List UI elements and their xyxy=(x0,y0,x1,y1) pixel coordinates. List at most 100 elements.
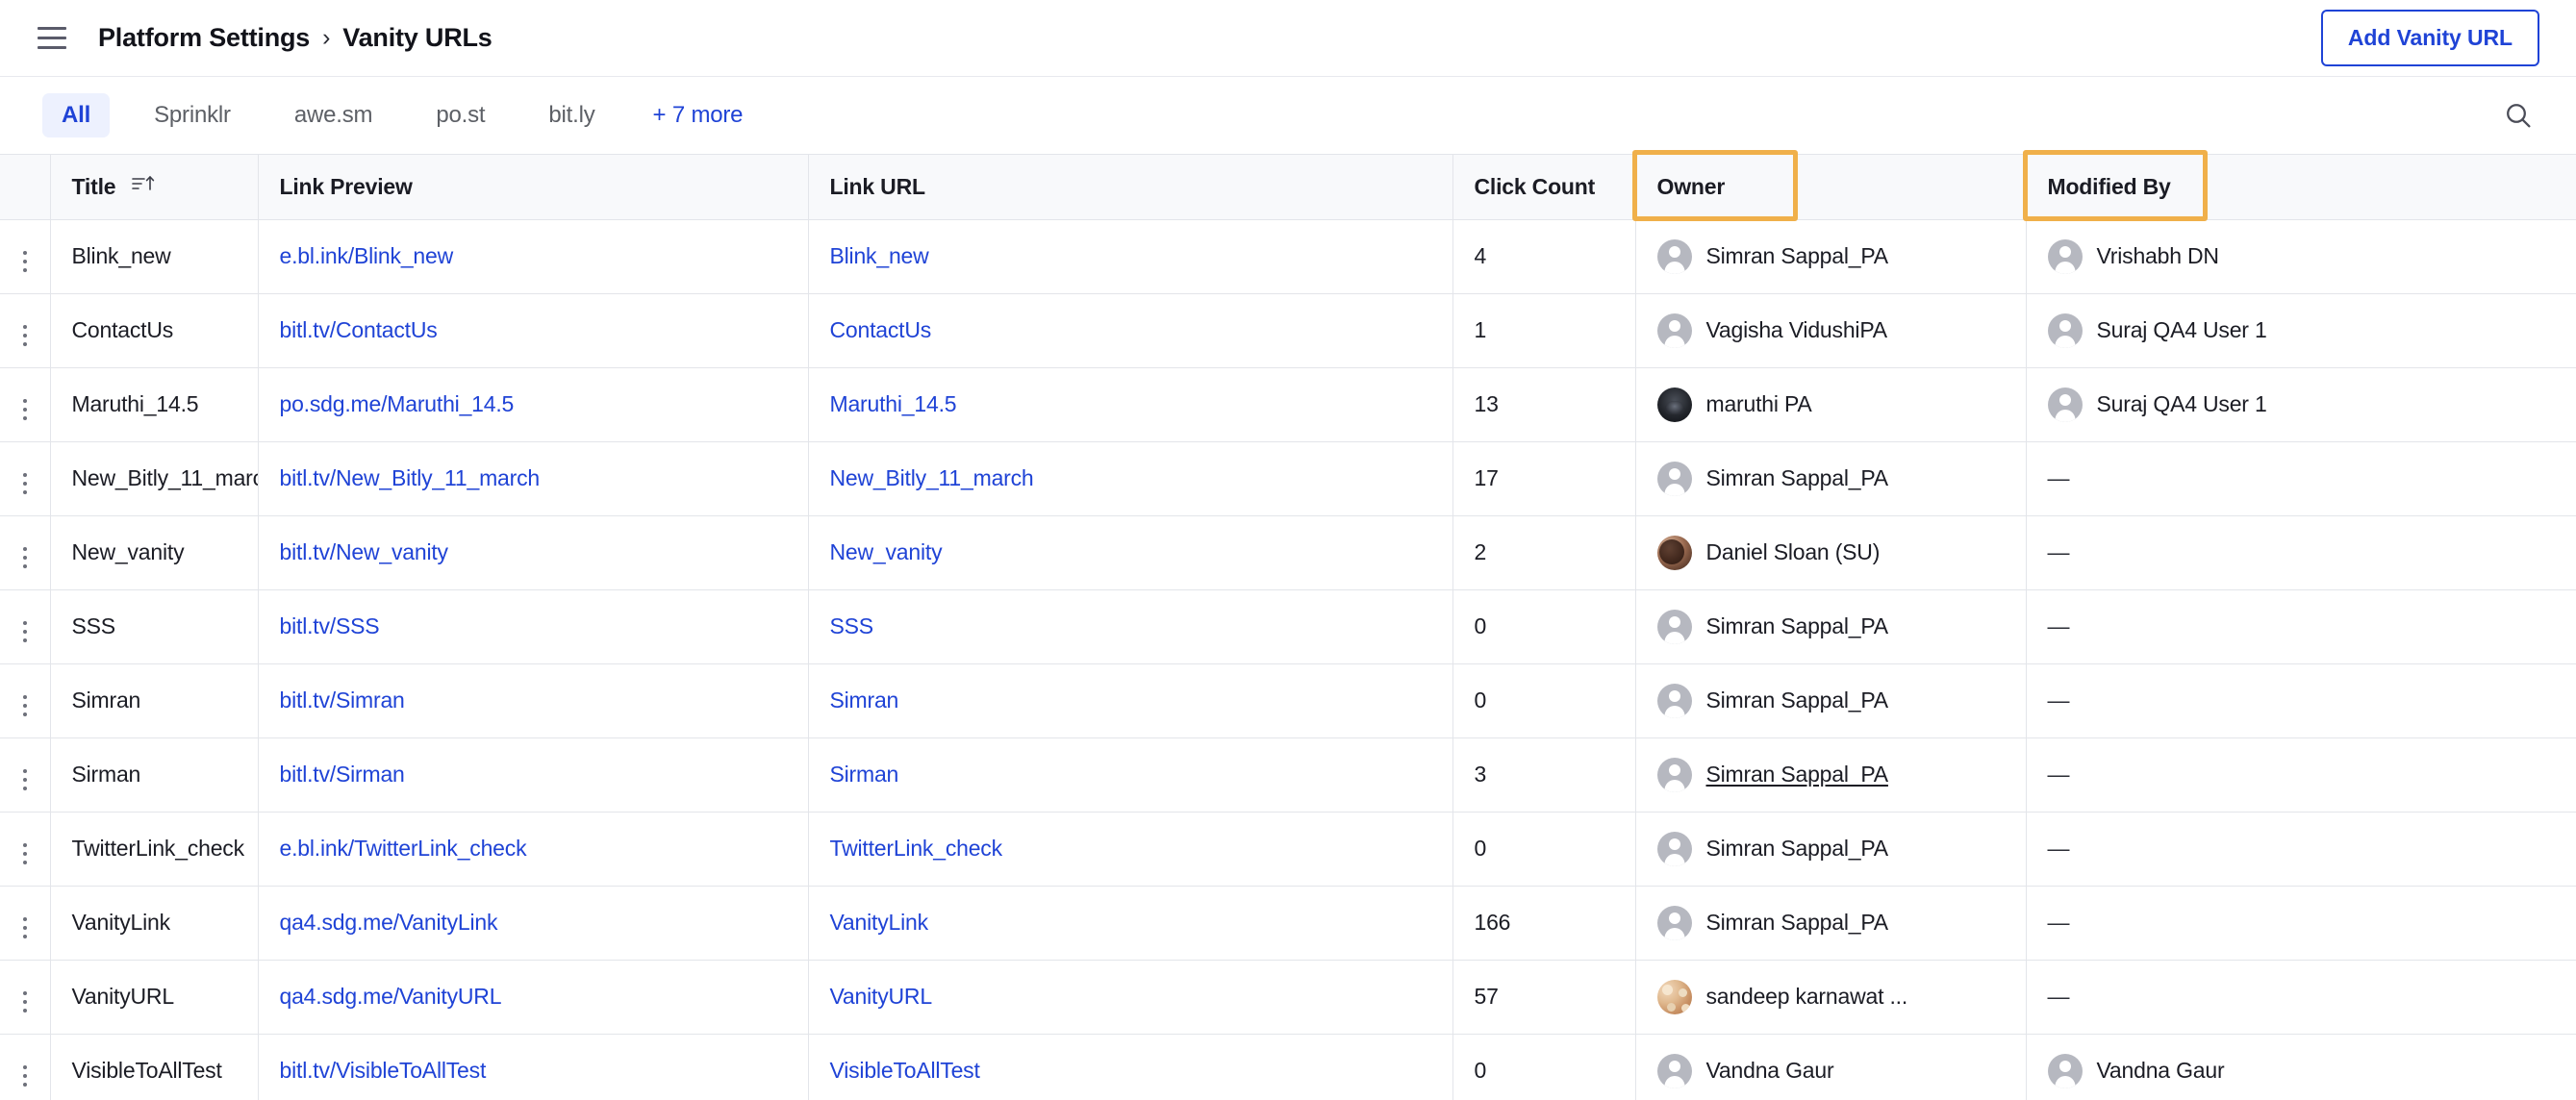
row-link-preview[interactable]: po.sdg.me/Maruthi_14.5 xyxy=(258,367,809,442)
row-link-preview[interactable]: e.bl.ink/Blink_new xyxy=(258,219,809,294)
row-link-url-text[interactable]: Blink_new xyxy=(830,243,929,268)
owner-name[interactable]: Simran Sappal_PA xyxy=(1706,762,1889,788)
column-header-modified-by[interactable]: Modified By xyxy=(2022,150,2576,221)
row-link-url-text[interactable]: Sirman xyxy=(830,762,899,787)
owner[interactable]: Daniel Sloan (SU) xyxy=(1656,535,2026,570)
row-link-preview[interactable]: bitl.tv/Sirman xyxy=(258,738,809,812)
table-row[interactable]: VisibleToAllTest bitl.tv/VisibleToAllTest… xyxy=(0,1034,2576,1100)
search-icon[interactable] xyxy=(2497,94,2539,137)
modified-by-name[interactable]: Suraj QA4 User 1 xyxy=(2097,317,2267,343)
row-link-url[interactable]: Simran xyxy=(808,663,1453,738)
row-link-url-text[interactable]: New_Bitly_11_march xyxy=(830,465,1034,490)
owner-name[interactable]: maruthi PA xyxy=(1706,391,1812,417)
kebab-menu-icon[interactable] xyxy=(10,245,40,278)
owner[interactable]: maruthi PA xyxy=(1656,387,2026,422)
row-link-url-text[interactable]: VanityURL xyxy=(830,984,933,1009)
kebab-menu-icon[interactable] xyxy=(10,319,40,352)
kebab-menu-icon[interactable] xyxy=(10,689,40,722)
row-link-url-text[interactable]: TwitterLink_check xyxy=(830,836,1003,861)
filter-chip-more[interactable]: + 7 more xyxy=(640,93,763,138)
owner-name[interactable]: sandeep karnawat ... xyxy=(1706,984,1908,1010)
kebab-menu-icon[interactable] xyxy=(10,1060,40,1092)
owner[interactable]: Vagisha VidushiPA xyxy=(1656,312,2026,348)
modified-by[interactable]: Suraj QA4 User 1 xyxy=(2047,312,2576,348)
modified-by[interactable]: Vrishabh DN xyxy=(2047,238,2576,274)
owner-name[interactable]: Simran Sappal_PA xyxy=(1706,465,1889,491)
filter-chip-awe-sm[interactable]: awe.sm xyxy=(275,93,392,138)
row-link-preview-text[interactable]: bitl.tv/New_vanity xyxy=(280,539,449,564)
owner[interactable]: Simran Sappal_PA xyxy=(1656,905,2026,940)
owner[interactable]: Simran Sappal_PA xyxy=(1656,461,2026,496)
row-link-preview[interactable]: bitl.tv/ContactUs xyxy=(258,293,809,368)
kebab-menu-icon[interactable] xyxy=(10,912,40,944)
row-link-preview-text[interactable]: po.sdg.me/Maruthi_14.5 xyxy=(280,391,515,416)
table-row[interactable]: New_Bitly_11_march bitl.tv/New_Bitly_11_m… xyxy=(0,441,2576,516)
row-link-preview-text[interactable]: bitl.tv/SSS xyxy=(280,613,380,638)
row-link-preview-text[interactable]: bitl.tv/ContactUs xyxy=(280,317,438,342)
table-row[interactable]: Blink_new e.bl.ink/Blink_new Blink_new 4 Sim… xyxy=(0,219,2576,294)
row-link-preview[interactable]: bitl.tv/Simran xyxy=(258,663,809,738)
table-row[interactable]: VanityLink qa4.sdg.me/VanityLink VanityLin… xyxy=(0,886,2576,961)
table-row[interactable]: VanityURL qa4.sdg.me/VanityURL VanityURL 57… xyxy=(0,960,2576,1035)
owner[interactable]: Simran Sappal_PA xyxy=(1656,238,2026,274)
table-row[interactable]: SSS bitl.tv/SSS SSS 0 Simran Sappal_PA — xyxy=(0,589,2576,664)
modified-by-name[interactable]: Vandna Gaur xyxy=(2097,1058,2225,1084)
row-link-preview[interactable]: bitl.tv/New_Bitly_11_march xyxy=(258,441,809,516)
row-link-preview[interactable]: bitl.tv/New_vanity xyxy=(258,515,809,590)
row-link-url[interactable]: VanityURL xyxy=(808,960,1453,1035)
owner-name[interactable]: Simran Sappal_PA xyxy=(1706,836,1889,862)
row-link-url[interactable]: VisibleToAllTest xyxy=(808,1034,1453,1100)
filter-chip-all[interactable]: All xyxy=(42,93,111,138)
owner-name[interactable]: Simran Sappal_PA xyxy=(1706,688,1889,713)
add-vanity-url-button[interactable]: Add Vanity URL xyxy=(2320,10,2539,66)
column-header-link-url[interactable]: Link URL xyxy=(808,155,1453,220)
owner[interactable]: Simran Sappal_PA xyxy=(1656,609,2026,644)
modified-by-name[interactable]: Vrishabh DN xyxy=(2097,243,2220,269)
row-link-preview-text[interactable]: e.bl.ink/Blink_new xyxy=(280,243,454,268)
row-link-url[interactable]: New_Bitly_11_march xyxy=(808,441,1453,516)
table-row[interactable]: New_vanity bitl.tv/New_vanity New_vanity 2 D… xyxy=(0,515,2576,590)
row-link-url-text[interactable]: VisibleToAllTest xyxy=(830,1058,980,1083)
kebab-menu-icon[interactable] xyxy=(10,986,40,1018)
row-link-preview-text[interactable]: qa4.sdg.me/VanityURL xyxy=(280,984,502,1009)
row-link-url-text[interactable]: Maruthi_14.5 xyxy=(830,391,957,416)
kebab-menu-icon[interactable] xyxy=(10,615,40,648)
modified-by[interactable]: Vandna Gaur xyxy=(2047,1053,2576,1088)
filter-chip-bit-ly[interactable]: bit.ly xyxy=(529,93,614,138)
row-link-url-text[interactable]: ContactUs xyxy=(830,317,932,342)
row-link-preview-text[interactable]: bitl.tv/Sirman xyxy=(280,762,405,787)
owner[interactable]: Vandna Gaur xyxy=(1656,1053,2026,1088)
kebab-menu-icon[interactable] xyxy=(10,763,40,796)
owner-name[interactable]: Daniel Sloan (SU) xyxy=(1706,539,1881,565)
row-link-url-text[interactable]: SSS xyxy=(830,613,874,638)
owner[interactable]: Simran Sappal_PA xyxy=(1656,683,2026,718)
hamburger-menu-icon[interactable] xyxy=(33,19,71,58)
row-link-url[interactable]: New_vanity xyxy=(808,515,1453,590)
owner-name[interactable]: Vandna Gaur xyxy=(1706,1058,1834,1084)
filter-chip-po-st[interactable]: po.st xyxy=(417,93,504,138)
table-row[interactable]: Simran bitl.tv/Simran Simran 0 Simran Sappal… xyxy=(0,663,2576,738)
owner-name[interactable]: Vagisha VidushiPA xyxy=(1706,317,1888,343)
kebab-menu-icon[interactable] xyxy=(10,541,40,574)
column-header-link-preview[interactable]: Link Preview xyxy=(258,155,809,220)
row-link-url[interactable]: Sirman xyxy=(808,738,1453,812)
modified-by[interactable]: Suraj QA4 User 1 xyxy=(2047,387,2576,422)
row-link-url-text[interactable]: Simran xyxy=(830,688,899,712)
owner-name[interactable]: Simran Sappal_PA xyxy=(1706,243,1889,269)
row-link-preview[interactable]: bitl.tv/VisibleToAllTest xyxy=(258,1034,809,1100)
row-link-url-text[interactable]: New_vanity xyxy=(830,539,943,564)
row-link-url[interactable]: Maruthi_14.5 xyxy=(808,367,1453,442)
row-link-preview[interactable]: bitl.tv/SSS xyxy=(258,589,809,664)
row-link-preview-text[interactable]: bitl.tv/New_Bitly_11_march xyxy=(280,465,541,490)
owner-name[interactable]: Simran Sappal_PA xyxy=(1706,910,1889,936)
row-link-preview-text[interactable]: bitl.tv/VisibleToAllTest xyxy=(280,1058,487,1083)
table-row[interactable]: TwitterLink_check e.bl.ink/TwitterLink_ch… xyxy=(0,812,2576,887)
owner[interactable]: Simran Sappal_PA xyxy=(1656,757,2026,792)
table-row[interactable]: ContactUs bitl.tv/ContactUs ContactUs 1 Vagi… xyxy=(0,293,2576,368)
row-link-url[interactable]: VanityLink xyxy=(808,886,1453,961)
kebab-menu-icon[interactable] xyxy=(10,393,40,426)
column-header-owner[interactable]: Owner xyxy=(1631,150,2027,221)
table-row[interactable]: Maruthi_14.5 po.sdg.me/Maruthi_14.5 Maruth… xyxy=(0,367,2576,442)
column-header-click-count[interactable]: Click Count xyxy=(1452,155,1636,220)
row-link-url[interactable]: Blink_new xyxy=(808,219,1453,294)
